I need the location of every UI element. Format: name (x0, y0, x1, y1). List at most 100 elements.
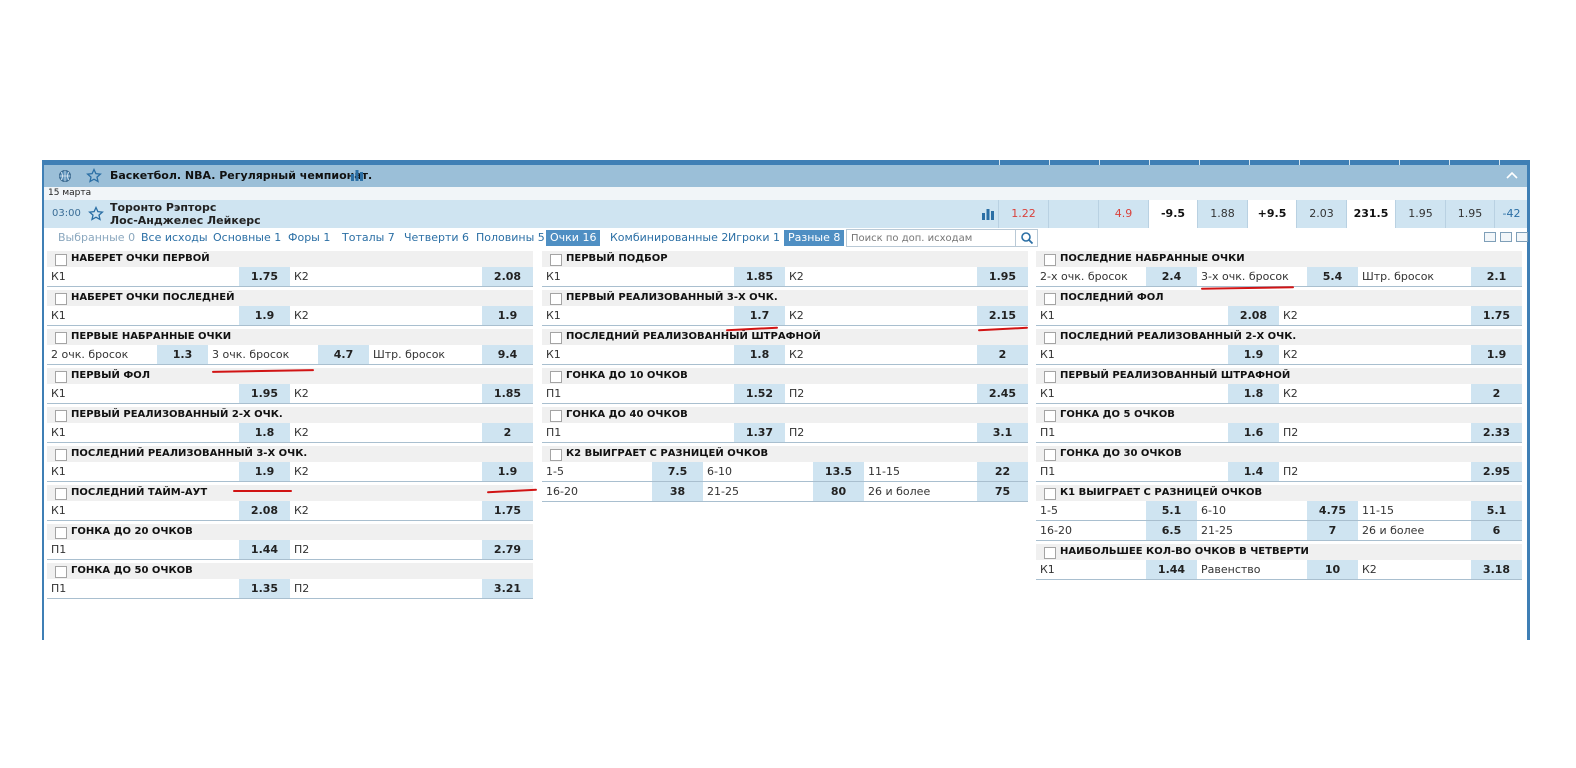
market-checkbox[interactable] (55, 566, 67, 578)
odds-button[interactable]: 1.9 (482, 462, 533, 481)
event-row[interactable]: 03:00 Торонто Рэпторс Лос-Анджелес Лейке… (44, 200, 1527, 228)
odds-button[interactable]: 2 (1471, 384, 1522, 403)
event-quote-cell[interactable]: -42 (1494, 200, 1528, 228)
market-checkbox[interactable] (1044, 547, 1056, 559)
odds-button[interactable]: 1.85 (482, 384, 533, 403)
odds-button[interactable]: 1.85 (734, 267, 785, 286)
odds-button[interactable]: 1.44 (1146, 560, 1197, 579)
market-checkbox[interactable] (1044, 371, 1056, 383)
odds-button[interactable]: 1.9 (1228, 345, 1279, 364)
tab-item[interactable]: Выбранные 0 (54, 230, 139, 246)
market-checkbox[interactable] (55, 371, 67, 383)
odds-button[interactable]: 2.79 (482, 540, 533, 559)
odds-button[interactable]: 80 (813, 482, 864, 501)
odds-button[interactable]: 2.4 (1146, 267, 1197, 286)
market-checkbox[interactable] (1044, 488, 1056, 500)
event-quote-cell[interactable]: 4.9 (1098, 200, 1148, 228)
search-icon[interactable] (1015, 230, 1037, 246)
odds-button[interactable]: 7.5 (652, 462, 703, 481)
market-checkbox[interactable] (550, 449, 562, 461)
odds-button[interactable]: 3.18 (1471, 560, 1522, 579)
favorite-star-icon[interactable] (86, 167, 102, 187)
league-title[interactable]: Баскетбол. NBA. Регулярный чемпионат. (110, 169, 372, 182)
odds-button[interactable]: 1.7 (734, 306, 785, 325)
odds-button[interactable]: 1.8 (1228, 384, 1279, 403)
market-checkbox[interactable] (550, 293, 562, 305)
odds-button[interactable]: 3.1 (977, 423, 1028, 442)
odds-button[interactable]: 75 (977, 482, 1028, 501)
odds-button[interactable]: 1.6 (1228, 423, 1279, 442)
odds-button[interactable]: 5.4 (1307, 267, 1358, 286)
odds-button[interactable]: 6.5 (1146, 521, 1197, 540)
odds-button[interactable]: 1.75 (239, 267, 290, 286)
odds-button[interactable]: 2.1 (1471, 267, 1522, 286)
odds-button[interactable]: 1.9 (239, 306, 290, 325)
market-checkbox[interactable] (1044, 410, 1056, 422)
odds-button[interactable]: 1.8 (734, 345, 785, 364)
search-input[interactable] (847, 230, 1013, 246)
odds-button[interactable]: 4.7 (318, 345, 369, 364)
odds-button[interactable]: 1.75 (482, 501, 533, 520)
event-quote-cell[interactable]: +9.5 (1247, 200, 1296, 228)
odds-button[interactable]: 1.8 (239, 423, 290, 442)
tab-item[interactable]: Все исходы (137, 230, 212, 246)
odds-button[interactable]: 1.4 (1228, 462, 1279, 481)
event-quote-cell[interactable] (1048, 200, 1098, 228)
odds-button[interactable]: 6 (1471, 521, 1522, 540)
odds-button[interactable]: 4.75 (1307, 501, 1358, 520)
stats-icon[interactable] (350, 168, 364, 185)
event-quote-cell[interactable]: -9.5 (1148, 200, 1197, 228)
team-away[interactable]: Лос-Анджелес Лейкерс (110, 214, 261, 227)
tab-item[interactable]: Комбинированные 2 (606, 230, 732, 246)
odds-button[interactable]: 7 (1307, 521, 1358, 540)
odds-button[interactable]: 1.95 (977, 267, 1028, 286)
market-checkbox[interactable] (55, 410, 67, 422)
odds-button[interactable]: 38 (652, 482, 703, 501)
search-box[interactable] (846, 229, 1038, 247)
market-checkbox[interactable] (550, 371, 562, 383)
market-checkbox[interactable] (550, 410, 562, 422)
odds-button[interactable]: 2.95 (1471, 462, 1522, 481)
tab-item[interactable]: Четверти 6 (400, 230, 473, 246)
event-quote-cell[interactable]: 231.5 (1346, 200, 1395, 228)
odds-button[interactable]: 2 (977, 345, 1028, 364)
odds-button[interactable]: 1.35 (239, 579, 290, 598)
tab-item[interactable]: Очки 16 (546, 230, 601, 246)
tab-item[interactable]: Половины 5 (472, 230, 549, 246)
odds-button[interactable]: 13.5 (813, 462, 864, 481)
odds-button[interactable]: 1.44 (239, 540, 290, 559)
odds-button[interactable]: 2.33 (1471, 423, 1522, 442)
market-checkbox[interactable] (55, 254, 67, 266)
odds-button[interactable]: 9.4 (482, 345, 533, 364)
odds-button[interactable]: 22 (977, 462, 1028, 481)
market-checkbox[interactable] (550, 332, 562, 344)
odds-button[interactable]: 1.52 (734, 384, 785, 403)
odds-button[interactable]: 1.3 (157, 345, 208, 364)
odds-button[interactable]: 3.21 (482, 579, 533, 598)
event-quote-cell[interactable]: 1.95 (1395, 200, 1445, 228)
event-stats-icon[interactable] (981, 207, 995, 224)
view-single-column-icon[interactable] (1516, 232, 1528, 242)
odds-button[interactable]: 5.1 (1146, 501, 1197, 520)
tab-item[interactable]: Форы 1 (284, 230, 334, 246)
event-favorite-star-icon[interactable] (88, 205, 104, 225)
odds-button[interactable]: 1.37 (734, 423, 785, 442)
event-quote-cell[interactable]: 1.22 (998, 200, 1048, 228)
event-quote-cell[interactable]: 2.03 (1296, 200, 1346, 228)
odds-button[interactable]: 1.75 (1471, 306, 1522, 325)
market-checkbox[interactable] (550, 254, 562, 266)
odds-button[interactable]: 2.45 (977, 384, 1028, 403)
odds-button[interactable]: 2.15 (977, 306, 1028, 325)
odds-button[interactable]: 2.08 (1228, 306, 1279, 325)
view-two-columns-icon[interactable] (1500, 232, 1512, 242)
tab-item[interactable]: Тоталы 7 (338, 230, 399, 246)
odds-button[interactable]: 2.08 (482, 267, 533, 286)
odds-button[interactable]: 10 (1307, 560, 1358, 579)
tab-item[interactable]: Игроки 1 (724, 230, 784, 246)
market-checkbox[interactable] (1044, 449, 1056, 461)
odds-button[interactable]: 1.9 (482, 306, 533, 325)
market-checkbox[interactable] (1044, 293, 1056, 305)
market-checkbox[interactable] (55, 332, 67, 344)
market-checkbox[interactable] (1044, 332, 1056, 344)
event-quote-cell[interactable]: 1.95 (1445, 200, 1494, 228)
